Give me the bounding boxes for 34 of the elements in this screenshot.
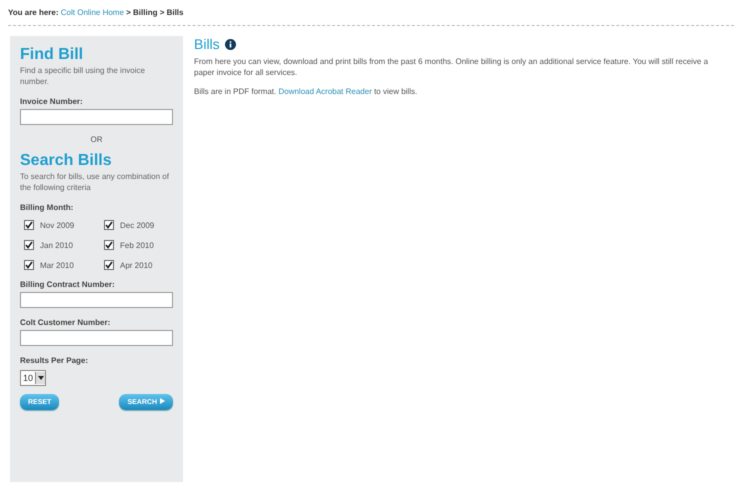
month-checkbox[interactable] xyxy=(104,220,114,230)
home-link[interactable]: Colt Online Home xyxy=(60,8,124,17)
billing-month-label: Billing Month: xyxy=(20,203,74,212)
contract-number-field[interactable] xyxy=(20,292,173,308)
results-dropdown[interactable]: 10 xyxy=(20,370,46,386)
month-label: Dec 2009 xyxy=(120,220,154,230)
acrobat-reader-link[interactable]: Download Acrobat Reader xyxy=(278,87,372,96)
find-bill-heading: Find Bill xyxy=(20,46,84,64)
month-checkbox[interactable] xyxy=(24,220,34,230)
month-checkbox[interactable] xyxy=(24,240,34,250)
month-label: Jan 2010 xyxy=(40,240,73,250)
find-bill-description: Find a specific bill using the invoice number. xyxy=(20,65,146,87)
month-label: Nov 2009 xyxy=(40,220,74,230)
search-bills-description: To search for bills, use any combination of the following criteria xyxy=(20,171,170,193)
customer-number-field[interactable] xyxy=(20,330,173,346)
or-separator: OR xyxy=(90,135,104,144)
chevron-icon xyxy=(157,398,165,404)
month-checkbox[interactable] xyxy=(104,240,114,250)
invoice-field[interactable] xyxy=(20,109,173,125)
bills-heading: Bills xyxy=(194,36,220,52)
info-icon[interactable] xyxy=(224,38,236,50)
contract-number-label: Billing Contract Number: xyxy=(20,280,116,289)
month-checkbox[interactable] xyxy=(104,260,114,270)
pdf-note: Bills are in PDF format. Download Acrobat Reader to view bills. xyxy=(194,86,418,97)
month-label: Feb 2010 xyxy=(120,240,154,250)
search-bills-heading: Search Bills xyxy=(20,152,113,170)
customer-number-label: Colt Customer Number: xyxy=(20,318,112,327)
month-label: Mar 2010 xyxy=(40,260,74,270)
invoice-label: Invoice Number: xyxy=(20,97,84,106)
month-checkbox[interactable] xyxy=(24,260,34,270)
results-per-page-label: Results Per Page: xyxy=(20,356,90,365)
month-label: Apr 2010 xyxy=(120,260,152,270)
breadcrumb: You are here: Colt Online Home > Billing > Bills xyxy=(8,8,184,17)
intro-paragraph: From here you can view, download and print bills from the past 6 months. Online billing is only an additional service feature. You will still receive a paper invoice for all services. xyxy=(194,56,710,78)
